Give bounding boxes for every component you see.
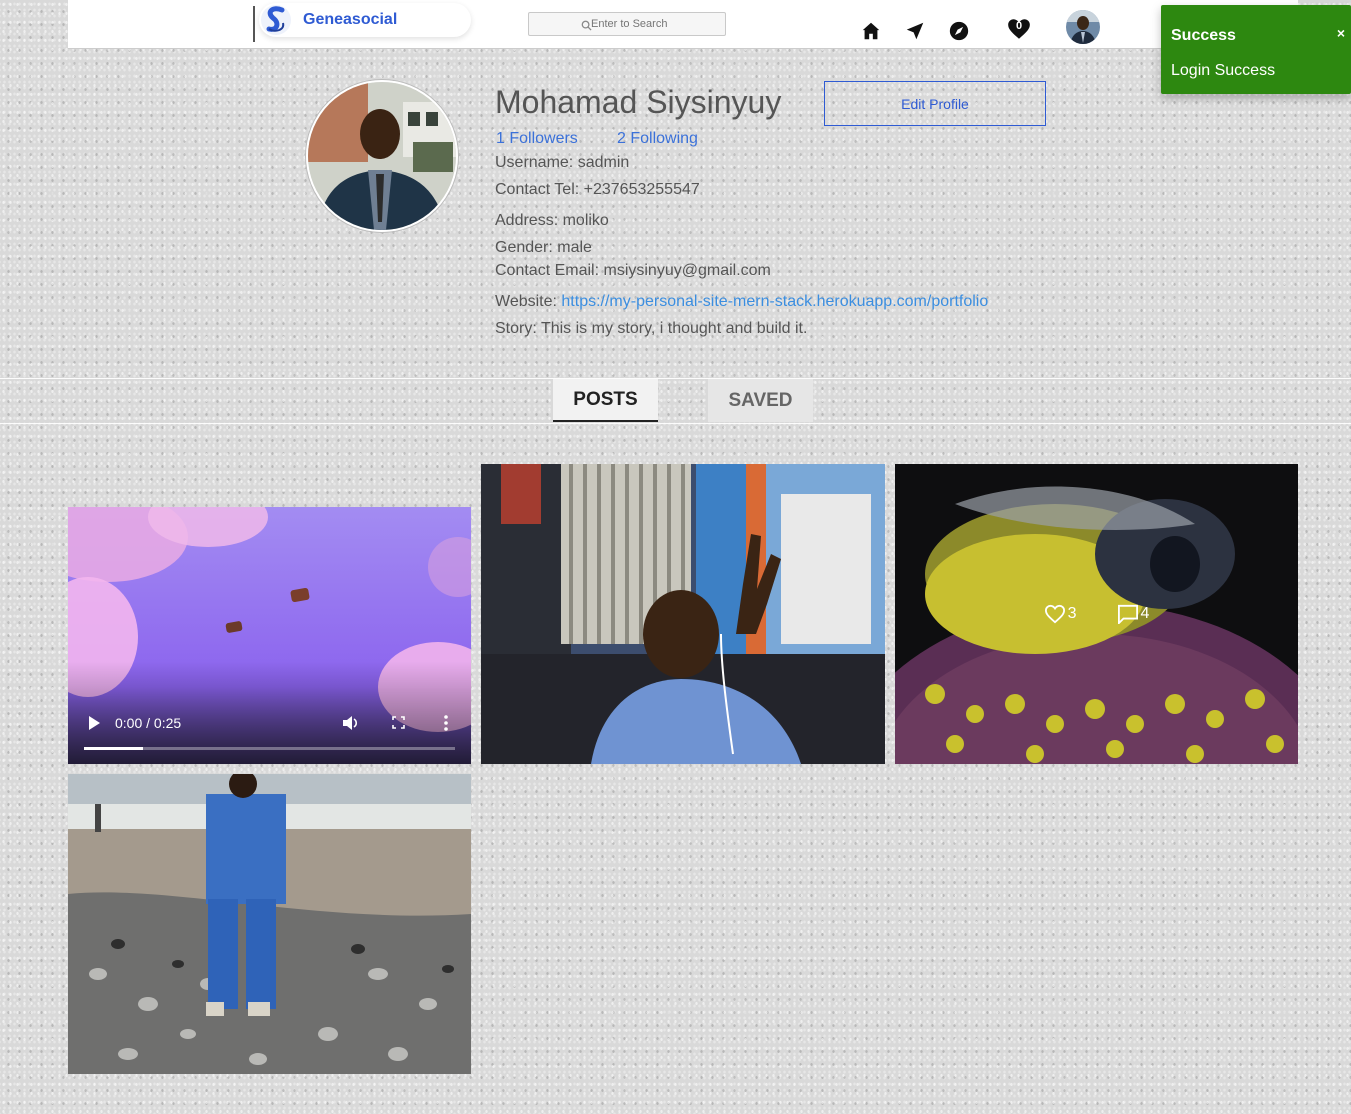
- notification-count: 0: [1015, 20, 1023, 32]
- website-label: Website:: [495, 293, 562, 310]
- send-icon[interactable]: [903, 19, 927, 43]
- home-icon[interactable]: [859, 19, 883, 43]
- likes-stat[interactable]: 3: [1044, 604, 1077, 624]
- profile-avatar[interactable]: [306, 80, 458, 232]
- profile-tel: Contact Tel: +237653255547: [495, 181, 700, 198]
- comments-stat[interactable]: 4: [1117, 604, 1150, 624]
- top-navbar: Geneasocial 0: [68, 0, 1298, 49]
- profile-gender: Gender: male: [495, 239, 592, 256]
- explore-icon[interactable]: [947, 19, 971, 43]
- profile-email: Contact Email: msiysinyuy@gmail.com: [495, 262, 771, 279]
- video-time: 0:00 / 0:25: [115, 715, 182, 731]
- post-beach[interactable]: [68, 774, 471, 1074]
- video-controls: 0:00 / 0:25: [68, 714, 471, 764]
- edit-profile-button[interactable]: Edit Profile: [824, 81, 1046, 126]
- profile-address: Address: moliko: [495, 212, 609, 229]
- fullscreen-icon[interactable]: [392, 716, 405, 729]
- toast-message: Login Success: [1171, 62, 1276, 79]
- search-icon: [581, 20, 592, 31]
- following-link[interactable]: 2 Following: [617, 130, 698, 148]
- close-icon[interactable]: ×: [1337, 25, 1345, 41]
- likes-count: 3: [1067, 605, 1077, 622]
- heart-icon: [1044, 604, 1065, 624]
- more-options-icon[interactable]: [444, 715, 448, 731]
- play-icon[interactable]: [88, 716, 100, 730]
- followers-link[interactable]: 1 Followers: [496, 130, 578, 148]
- comment-icon: [1117, 604, 1138, 624]
- success-toast: Success × Login Success: [1161, 5, 1351, 94]
- comments-count: 4: [1140, 605, 1150, 622]
- profile-story: Story: This is my story, i thought and b…: [495, 320, 808, 337]
- video-progress-fill: [84, 747, 144, 750]
- search-box[interactable]: [528, 12, 726, 36]
- tab-saved[interactable]: SAVED: [708, 379, 813, 422]
- post-selfie[interactable]: [481, 464, 885, 764]
- notifications-heart-icon[interactable]: 0: [1006, 16, 1032, 42]
- post-video[interactable]: 0:00 / 0:25: [68, 507, 471, 764]
- logo-s-icon: [259, 3, 293, 37]
- logo-divider: [253, 6, 255, 42]
- volume-icon[interactable]: [342, 715, 359, 731]
- user-avatar[interactable]: [1066, 10, 1100, 44]
- post-bee[interactable]: 3 4: [895, 464, 1298, 764]
- brand-logo[interactable]: Geneasocial: [259, 3, 471, 37]
- website-link[interactable]: https://my-personal-site-mern-stack.hero…: [561, 293, 988, 310]
- profile-username: Username: sadmin: [495, 154, 630, 171]
- video-progress-track[interactable]: [84, 747, 455, 750]
- profile-website: Website: https://my-personal-site-mern-s…: [495, 293, 988, 311]
- tabs-top-divider: [0, 378, 1351, 379]
- profile-fullname: Mohamad Siysinyuy: [495, 84, 782, 120]
- tab-posts[interactable]: POSTS: [553, 379, 658, 422]
- search-input[interactable]: [529, 13, 725, 35]
- toast-title: Success: [1171, 27, 1236, 44]
- tabs-bottom-divider: [0, 423, 1351, 424]
- brand-name: Geneasocial: [303, 11, 398, 28]
- post-stats-overlay: 3 4: [895, 464, 1298, 764]
